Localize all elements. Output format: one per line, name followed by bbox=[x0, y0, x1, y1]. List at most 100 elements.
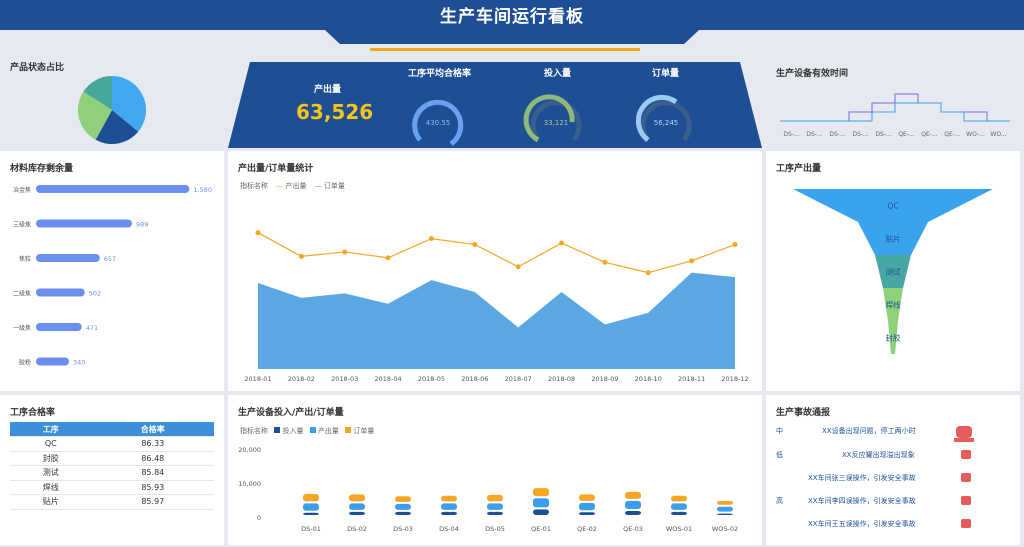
stock-category-label: 三级焦 bbox=[13, 221, 31, 229]
equip-tick-label: DS-05 bbox=[485, 525, 505, 533]
stock-value-label: 340 bbox=[73, 359, 85, 367]
uptime-tick-label: QE-... bbox=[921, 131, 937, 138]
cell-rate: 85.93 bbox=[91, 480, 214, 495]
trend-tick-label: 2018-04 bbox=[375, 375, 402, 383]
stock-bar bbox=[36, 288, 85, 297]
uptime-panel: 生产设备有效时间 DS-... DS-... DS-... DS-... DS-... Q… bbox=[766, 58, 1020, 148]
stock-bar-chart[interactable]: 冶金焦 1,580 三级焦 989 焦粒 657 二级焦 502 一级焦 471 胶粉 340 bbox=[0, 151, 224, 391]
cell-process: 焊线 bbox=[10, 480, 92, 495]
funnel-label: 贴片 bbox=[886, 234, 901, 244]
equip-bar-segment bbox=[533, 488, 549, 497]
cell-rate: 85.84 bbox=[91, 465, 214, 481]
header-accent-line bbox=[370, 48, 640, 51]
funnel-label: QC bbox=[887, 202, 898, 211]
equip-bar-segment bbox=[441, 511, 457, 515]
equip-bar-segment bbox=[671, 495, 687, 502]
equip-tick-label: DS-04 bbox=[439, 525, 459, 533]
trend-tick-label: 2018-10 bbox=[635, 375, 662, 383]
pass-table-title: 工序合格率 bbox=[10, 408, 56, 418]
table-row: 测试 85.84 bbox=[10, 465, 214, 481]
stock-value-label: 657 bbox=[104, 255, 116, 263]
funnel-chart[interactable]: QC 贴片测试焊线封胶 bbox=[766, 151, 1020, 391]
pie-panel: 产品状态占比 bbox=[0, 50, 226, 148]
equip-bar-segment bbox=[625, 491, 641, 499]
table-header-rate[interactable]: 合格率 bbox=[91, 422, 214, 437]
equip-bar-segment bbox=[487, 494, 503, 502]
pass-table-panel: 工序合格率 工序 合格率 QC 86.33 封胶 86.48 测试 85.84 焊线 8… bbox=[0, 395, 224, 545]
equip-y-tick: 0 bbox=[257, 514, 261, 522]
equip-y-tick: 10,000 bbox=[238, 480, 261, 488]
funnel-label: 封胶 bbox=[886, 333, 901, 343]
uptime-tick-label: DS-... bbox=[852, 131, 868, 138]
stock-bar bbox=[36, 357, 69, 366]
stock-bar bbox=[36, 185, 190, 193]
stock-bar bbox=[36, 219, 132, 228]
trend-tick-label: 2018-06 bbox=[461, 375, 488, 383]
table-row: 封胶 86.48 bbox=[10, 451, 214, 466]
equip-panel: 生产设备投入/产出/订单量 指标名称 投入量 产出量 订单量 0 10,000 20… bbox=[228, 395, 762, 545]
equip-bar-segment bbox=[349, 503, 365, 510]
order-point bbox=[342, 249, 348, 255]
equip-tick-label: DS-02 bbox=[347, 525, 367, 533]
trend-tick-label: 2018-11 bbox=[678, 375, 705, 383]
kpi-gauges: 430.55 33,121 56,245 bbox=[412, 94, 692, 147]
funnel-label: 焊线 bbox=[886, 300, 901, 310]
order-point bbox=[559, 240, 565, 246]
uptime-chart[interactable]: DS-... DS-... DS-... DS-... DS-... QE-... QE-.… bbox=[766, 58, 1020, 148]
stock-category-label: 冶金焦 bbox=[13, 186, 31, 194]
order-line bbox=[257, 232, 736, 274]
output-area bbox=[258, 272, 735, 369]
equip-bar-segment bbox=[395, 503, 411, 510]
order-point bbox=[298, 253, 304, 259]
equip-bar-segment bbox=[441, 503, 457, 510]
equip-bar-segment bbox=[303, 512, 319, 515]
gauge-pass-value: 430.55 bbox=[426, 119, 451, 127]
equip-tick-label: QE-01 bbox=[531, 525, 551, 533]
status-pie-chart[interactable] bbox=[0, 50, 226, 148]
stock-bar bbox=[36, 323, 82, 331]
gauge-order-value: 56,245 bbox=[654, 119, 679, 127]
stock-value-label: 1,580 bbox=[193, 186, 212, 194]
trend-tick-label: 2018-02 bbox=[288, 375, 315, 383]
equip-bar-segment bbox=[395, 511, 411, 515]
cell-rate: 86.33 bbox=[91, 436, 214, 452]
alarm-icons bbox=[954, 426, 974, 528]
trend-chart[interactable]: 2018-01 2018-02 2018-03 2018-04 2018-05 2018-… bbox=[228, 151, 762, 391]
equip-bar-segment bbox=[625, 511, 641, 515]
stock-value-label: 471 bbox=[86, 324, 98, 332]
equip-bar-segment bbox=[717, 506, 733, 512]
header-center-tab bbox=[325, 30, 699, 44]
uptime-tick-label: QE-... bbox=[944, 131, 960, 138]
equip-bar-segment bbox=[533, 509, 549, 515]
uptime-tick-label: WO-... bbox=[966, 131, 985, 138]
equip-tick-label: WOS-01 bbox=[666, 525, 692, 533]
stock-category-label: 一级焦 bbox=[13, 324, 31, 332]
cell-rate: 86.48 bbox=[91, 451, 214, 466]
alarm-icon bbox=[961, 496, 971, 505]
order-point bbox=[515, 264, 521, 270]
uptime-tick-label: DS-... bbox=[875, 131, 891, 138]
stock-value-label: 502 bbox=[89, 290, 101, 298]
equip-bar-segment bbox=[533, 498, 549, 508]
table-row: QC 86.33 bbox=[10, 436, 214, 452]
dashboard-title: 生产车间运行看板 bbox=[440, 7, 584, 27]
equip-y-tick: 20,000 bbox=[238, 446, 261, 454]
uptime-tick-label: DS-... bbox=[829, 131, 845, 138]
order-point bbox=[472, 242, 478, 248]
equip-bar-segment bbox=[671, 511, 687, 515]
equip-bar-segment bbox=[487, 511, 503, 515]
equip-bar-segment bbox=[303, 494, 319, 502]
order-point bbox=[645, 270, 651, 276]
equip-bar-segment bbox=[717, 513, 733, 515]
equip-bar-segment bbox=[303, 503, 319, 511]
trend-tick-label: 2018-12 bbox=[721, 375, 748, 383]
equip-tick-label: DS-01 bbox=[301, 525, 321, 533]
table-header-process[interactable]: 工序 bbox=[10, 422, 92, 437]
cell-process: 贴片 bbox=[10, 494, 92, 510]
equip-bar-segment bbox=[395, 496, 411, 502]
equip-stacked-chart[interactable]: 0 10,000 20,000 DS-01 DS-02 DS-03 DS-04 DS-05 QE… bbox=[228, 395, 762, 545]
gauge-input-value: 33,121 bbox=[544, 119, 569, 127]
trend-tick-label: 2018-08 bbox=[548, 375, 575, 383]
alarm-icon bbox=[961, 450, 971, 459]
equip-tick-label: DS-03 bbox=[393, 525, 413, 533]
